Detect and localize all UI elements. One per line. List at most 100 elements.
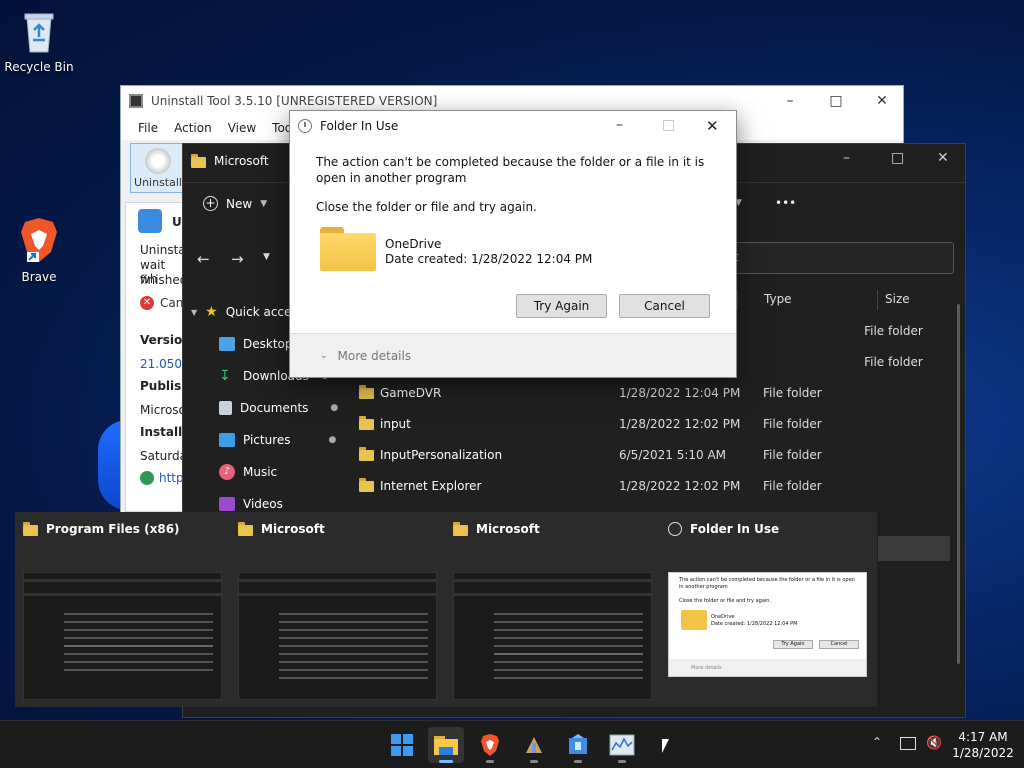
- desktop-icon-brave[interactable]: Brave: [4, 216, 74, 284]
- column-header-type[interactable]: Type: [764, 292, 792, 306]
- row-name: InputPersonalization: [380, 447, 503, 462]
- search-input[interactable]: t: [729, 242, 954, 274]
- taskbar: ⌃ 🔇 4:17 AM 1/28/2022: [0, 720, 1024, 768]
- nav-quick-access[interactable]: ▼ ★ Quick acce: [191, 296, 291, 328]
- menu-file[interactable]: File: [138, 121, 158, 135]
- new-label: New: [226, 196, 253, 211]
- clock-date: 1/28/2022: [952, 746, 1014, 760]
- new-button[interactable]: + New ▼: [203, 196, 267, 211]
- task-thumbnail[interactable]: Microsoft: [230, 512, 445, 707]
- uninstall-toolbar-button[interactable]: Uninstall: [130, 143, 186, 193]
- start-button[interactable]: [384, 727, 420, 763]
- back-button[interactable]: ←: [197, 250, 210, 268]
- installed-value: Saturday: [140, 449, 184, 463]
- thumb-more-details: More details: [691, 665, 722, 671]
- title-bar[interactable]: Microsoft: [191, 153, 269, 168]
- folder-icon: [23, 521, 38, 536]
- row-type: File folder: [763, 416, 822, 431]
- close-button[interactable]: ✕: [859, 86, 905, 116]
- status-line: finished: [140, 273, 185, 287]
- cancel-button[interactable]: Cancel: [619, 294, 710, 318]
- folder-icon: [191, 153, 206, 168]
- try-again-button[interactable]: Try Again: [516, 294, 607, 318]
- file-row[interactable]: Internet Explorer 1/28/2022 12:02 PM Fil…: [359, 470, 945, 501]
- start-icon: [391, 734, 413, 756]
- maximize-button[interactable]: □: [891, 150, 904, 166]
- chevron-down-icon: ▼: [260, 198, 268, 209]
- file-row[interactable]: input 1/28/2022 12:02 PM File folder: [359, 408, 945, 439]
- status-line: Uninstall: [140, 243, 184, 257]
- row-date: 6/5/2021 5:10 AM: [619, 447, 727, 462]
- close-button[interactable]: ✕: [706, 117, 719, 135]
- nav-pictures[interactable]: Pictures ●: [219, 424, 336, 456]
- network-icon[interactable]: [900, 737, 916, 750]
- task-switcher: Program Files (x86) Microsoft Microsoft …: [15, 512, 877, 707]
- maximize-button[interactable]: □: [813, 86, 859, 116]
- pictures-icon: [219, 433, 235, 447]
- task-thumbnail[interactable]: Microsoft: [445, 512, 660, 707]
- row-type: File folder: [864, 323, 923, 338]
- clock-icon: [668, 522, 682, 536]
- thumbnail-preview: The action can't be completed because th…: [668, 572, 867, 677]
- task-manager-icon: [609, 734, 635, 756]
- close-button[interactable]: ✕: [937, 150, 949, 166]
- more-details-toggle[interactable]: ⌄ More details: [320, 349, 411, 363]
- error-icon: ✕: [140, 296, 154, 310]
- menu-action[interactable]: Action: [174, 121, 212, 135]
- desktop-icon-label: Brave: [21, 270, 57, 284]
- minimize-button[interactable]: –: [616, 117, 623, 133]
- dialog-title: Folder In Use: [320, 119, 399, 133]
- folder-icon: [453, 521, 468, 536]
- taskbar-file-explorer[interactable]: [428, 727, 464, 763]
- row-name: Internet Explorer: [380, 478, 482, 493]
- desktop-icon-label: Recycle Bin: [4, 60, 74, 74]
- row-type: File folder: [864, 354, 923, 369]
- website-link[interactable]: http: [140, 471, 184, 485]
- volume-muted-icon[interactable]: 🔇: [926, 736, 942, 751]
- folder-icon: [359, 447, 374, 461]
- show-hidden-icons-button[interactable]: ⌃: [872, 735, 882, 749]
- nav-documents[interactable]: Documents ●: [219, 392, 338, 424]
- row-type: File folder: [763, 447, 822, 462]
- more-options-button[interactable]: •••: [775, 196, 796, 210]
- recent-locations-button[interactable]: ▼: [263, 252, 270, 262]
- brave-icon: [481, 734, 499, 756]
- taskbar-brave[interactable]: [472, 727, 508, 763]
- item-date: Date created: 1/28/2022 12:04 PM: [385, 252, 593, 266]
- taskbar-installer[interactable]: [516, 727, 552, 763]
- task-thumbnail[interactable]: Program Files (x86): [15, 512, 230, 707]
- uninstall-icon: [145, 148, 171, 174]
- cancel-link[interactable]: ✕ Can: [140, 296, 183, 310]
- thumb-try-again: Try Again: [773, 640, 813, 649]
- uninstall-tool-icon: [129, 94, 143, 108]
- desktop-icon-recycle-bin[interactable]: Recycle Bin: [4, 8, 74, 74]
- clock[interactable]: 4:17 AM 1/28/2022: [948, 729, 1018, 761]
- column-header-size[interactable]: Size: [885, 292, 910, 306]
- taskbar-uninstall-tool[interactable]: [560, 727, 596, 763]
- folder-in-use-dialog[interactable]: Folder In Use – □ ✕ The action can't be …: [289, 110, 737, 378]
- folder-icon: [359, 416, 374, 430]
- title-bar[interactable]: Folder In Use: [298, 119, 398, 133]
- minimize-button[interactable]: –: [843, 150, 850, 166]
- forward-button[interactable]: →: [231, 250, 244, 268]
- nav-music[interactable]: ♪ Music: [219, 456, 277, 488]
- music-icon: ♪: [219, 464, 235, 480]
- dialog-message: The action can't be completed because th…: [316, 155, 705, 185]
- thumb-item-date: Date created: 1/28/2022 12:04 PM: [711, 621, 798, 627]
- documents-icon: [219, 401, 232, 415]
- nav-label: Quick acce: [225, 305, 292, 319]
- thumb-message: The action can't be completed because th…: [679, 577, 855, 590]
- file-row[interactable]: GameDVR 1/28/2022 12:04 PM File folder: [359, 377, 945, 408]
- scrollbar[interactable]: [957, 304, 960, 664]
- thumbnail-preview: [453, 572, 652, 700]
- row-type: File folder: [763, 385, 822, 400]
- folder-icon: [238, 521, 253, 536]
- task-thumbnail[interactable]: Folder In Use The action can't be comple…: [660, 512, 875, 707]
- download-icon: ↧: [219, 368, 231, 384]
- uninstall-tool-icon: [569, 734, 587, 754]
- file-row[interactable]: InputPersonalization 6/5/2021 5:10 AM Fi…: [359, 439, 945, 470]
- nav-desktop[interactable]: Desktop: [219, 328, 293, 360]
- taskbar-task-manager[interactable]: [604, 727, 640, 763]
- minimize-button[interactable]: –: [767, 86, 813, 116]
- menu-view[interactable]: View: [228, 121, 256, 135]
